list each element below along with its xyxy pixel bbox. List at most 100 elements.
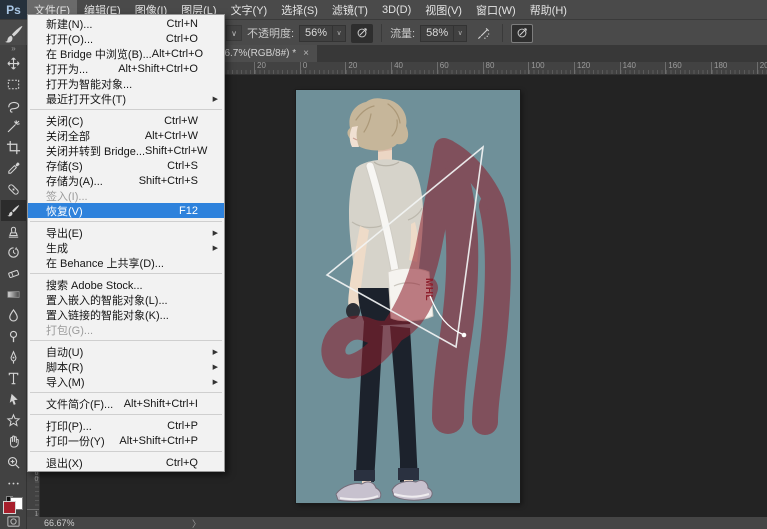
artwork-illustration: MHL: [296, 90, 520, 503]
menu-separator: [30, 109, 222, 110]
clone-stamp-tool-icon[interactable]: [1, 221, 26, 242]
zoom-level-field[interactable]: 66.67%: [27, 518, 75, 528]
menubar-item[interactable]: 选择(S): [274, 0, 325, 19]
ruler-tick-label: 40: [391, 62, 403, 74]
options-divider: [502, 24, 503, 42]
submenu-arrow-icon: ▶: [210, 348, 218, 356]
menu-item[interactable]: 关闭全部Alt+Ctrl+W: [28, 128, 224, 143]
menu-item[interactable]: 打开为智能对象...: [28, 76, 224, 91]
document-tab-title: 66.7%(RGB/8#) *: [219, 48, 296, 59]
blend-mode-dropdown[interactable]: ∨: [226, 25, 242, 41]
opacity-label: 不透明度:: [247, 25, 294, 41]
menu-separator: [30, 451, 222, 452]
pressure-opacity-icon[interactable]: [351, 24, 373, 43]
menu-item[interactable]: 恢复(V)F12: [28, 203, 224, 218]
menu-separator: [30, 414, 222, 415]
foreground-color-swatch[interactable]: [3, 501, 16, 514]
menu-item[interactable]: 导出(E)▶: [28, 225, 224, 240]
menu-item[interactable]: 打开为...Alt+Shift+Ctrl+O: [28, 61, 224, 76]
menu-item[interactable]: 文件简介(F)...Alt+Shift+Ctrl+I: [28, 396, 224, 411]
menu-item[interactable]: 打印一份(Y)Alt+Shift+Ctrl+P: [28, 433, 224, 448]
menu-item[interactable]: 打包(G)...: [28, 322, 224, 337]
flow-value[interactable]: 58%: [420, 25, 454, 42]
history-brush-tool-icon[interactable]: [1, 242, 26, 263]
collapse-panel-icon[interactable]: »: [0, 45, 26, 53]
ruler-tick-label: 20: [345, 62, 357, 74]
crop-tool-icon[interactable]: [1, 137, 26, 158]
menu-item[interactable]: 关闭(C)Ctrl+W: [28, 113, 224, 128]
quick-mask-icon[interactable]: [1, 514, 26, 529]
ruler-tick-label: 160: [665, 62, 681, 74]
lasso-tool-icon[interactable]: [1, 95, 26, 116]
options-divider: [381, 24, 382, 42]
tab-close-icon[interactable]: ×: [303, 49, 309, 59]
menu-separator: [30, 392, 222, 393]
status-chevron-icon[interactable]: 〉: [192, 517, 201, 529]
path-select-tool-icon[interactable]: [1, 389, 26, 410]
pressure-size-icon[interactable]: [511, 24, 533, 43]
file-menu-dropdown: 新建(N)...Ctrl+N打开(O)...Ctrl+O在 Bridge 中浏览…: [27, 14, 225, 472]
submenu-arrow-icon: ▶: [210, 363, 218, 371]
move-tool-icon[interactable]: [1, 53, 26, 74]
opacity-value[interactable]: 56%: [299, 25, 333, 42]
menubar-item[interactable]: 滤镜(T): [325, 0, 375, 19]
ruler-tick-label: 0: [300, 62, 307, 74]
menu-item[interactable]: 置入嵌入的智能对象(L)...: [28, 292, 224, 307]
menu-item[interactable]: 在 Bridge 中浏览(B)...Alt+Ctrl+O: [28, 46, 224, 61]
submenu-arrow-icon: ▶: [210, 244, 218, 252]
pen-tool-icon[interactable]: [1, 347, 26, 368]
menu-item[interactable]: 导入(M)▶: [28, 374, 224, 389]
menubar-item[interactable]: 文字(Y): [224, 0, 275, 19]
menu-item[interactable]: 生成▶: [28, 240, 224, 255]
menu-item[interactable]: 打印(P)...Ctrl+P: [28, 418, 224, 433]
menubar-item[interactable]: 3D(D): [375, 0, 418, 19]
submenu-arrow-icon: ▶: [210, 95, 218, 103]
airbrush-icon[interactable]: [472, 24, 494, 43]
menubar-item[interactable]: 窗口(W): [469, 0, 523, 19]
ruler-tick-label: 20: [254, 62, 266, 74]
menu-item[interactable]: 置入链接的智能对象(K)...: [28, 307, 224, 322]
menu-separator: [30, 273, 222, 274]
brush-tool-icon[interactable]: [1, 200, 26, 221]
menu-item[interactable]: 存储为(A)...Shift+Ctrl+S: [28, 173, 224, 188]
photoshop-window: Ps 文件(F)编辑(E)图像(I)图层(L)文字(Y)选择(S)滤镜(T)3D…: [0, 0, 767, 529]
menu-item[interactable]: 关闭并转到 Bridge...Shift+Ctrl+W: [28, 143, 224, 158]
menubar-item[interactable]: 帮助(H): [523, 0, 574, 19]
healing-brush-tool-icon[interactable]: [1, 179, 26, 200]
menu-item[interactable]: 签入(I)...: [28, 188, 224, 203]
menu-item[interactable]: 打开(O)...Ctrl+O: [28, 31, 224, 46]
eyedropper-tool-icon[interactable]: [1, 158, 26, 179]
gradient-tool-icon[interactable]: [1, 284, 26, 305]
brush-preset-picker[interactable]: [3, 23, 25, 43]
menu-item[interactable]: 退出(X)Ctrl+Q: [28, 455, 224, 470]
ruler-tick-label: 180: [27, 509, 40, 518]
eraser-tool-icon[interactable]: [1, 263, 26, 284]
magic-wand-tool-icon[interactable]: [1, 116, 26, 137]
menu-separator: [30, 340, 222, 341]
edit-toolbar-ellipsis-icon[interactable]: [1, 473, 26, 494]
menu-item[interactable]: 搜索 Adobe Stock...: [28, 277, 224, 292]
hand-tool-icon[interactable]: [1, 431, 26, 452]
menu-item[interactable]: 脚本(R)▶: [28, 359, 224, 374]
type-tool-icon[interactable]: [1, 368, 26, 389]
shape-tool-icon[interactable]: [1, 410, 26, 431]
tools-panel: »: [0, 45, 27, 529]
ruler-tick-label: 60: [437, 62, 449, 74]
menu-item[interactable]: 最近打开文件(T)▶: [28, 91, 224, 106]
ruler-tick-label: 80: [483, 62, 495, 74]
document-canvas[interactable]: MHL: [296, 90, 520, 503]
ruler-tick-label: 200: [757, 62, 767, 74]
opacity-dropdown-icon[interactable]: ∨: [333, 25, 346, 42]
menubar-item[interactable]: 视图(V): [418, 0, 469, 19]
dodge-tool-icon[interactable]: [1, 326, 26, 347]
menu-item[interactable]: 新建(N)...Ctrl+N: [28, 16, 224, 31]
menu-item[interactable]: 自动(U)▶: [28, 344, 224, 359]
zoom-tool-icon[interactable]: [1, 452, 26, 473]
marquee-tool-icon[interactable]: [1, 74, 26, 95]
blur-tool-icon[interactable]: [1, 305, 26, 326]
flow-dropdown-icon[interactable]: ∨: [454, 25, 467, 42]
menu-item[interactable]: 存储(S)Ctrl+S: [28, 158, 224, 173]
submenu-arrow-icon: ▶: [210, 378, 218, 386]
foreground-background-swatches[interactable]: [3, 501, 23, 510]
menu-item[interactable]: 在 Behance 上共享(D)...: [28, 255, 224, 270]
